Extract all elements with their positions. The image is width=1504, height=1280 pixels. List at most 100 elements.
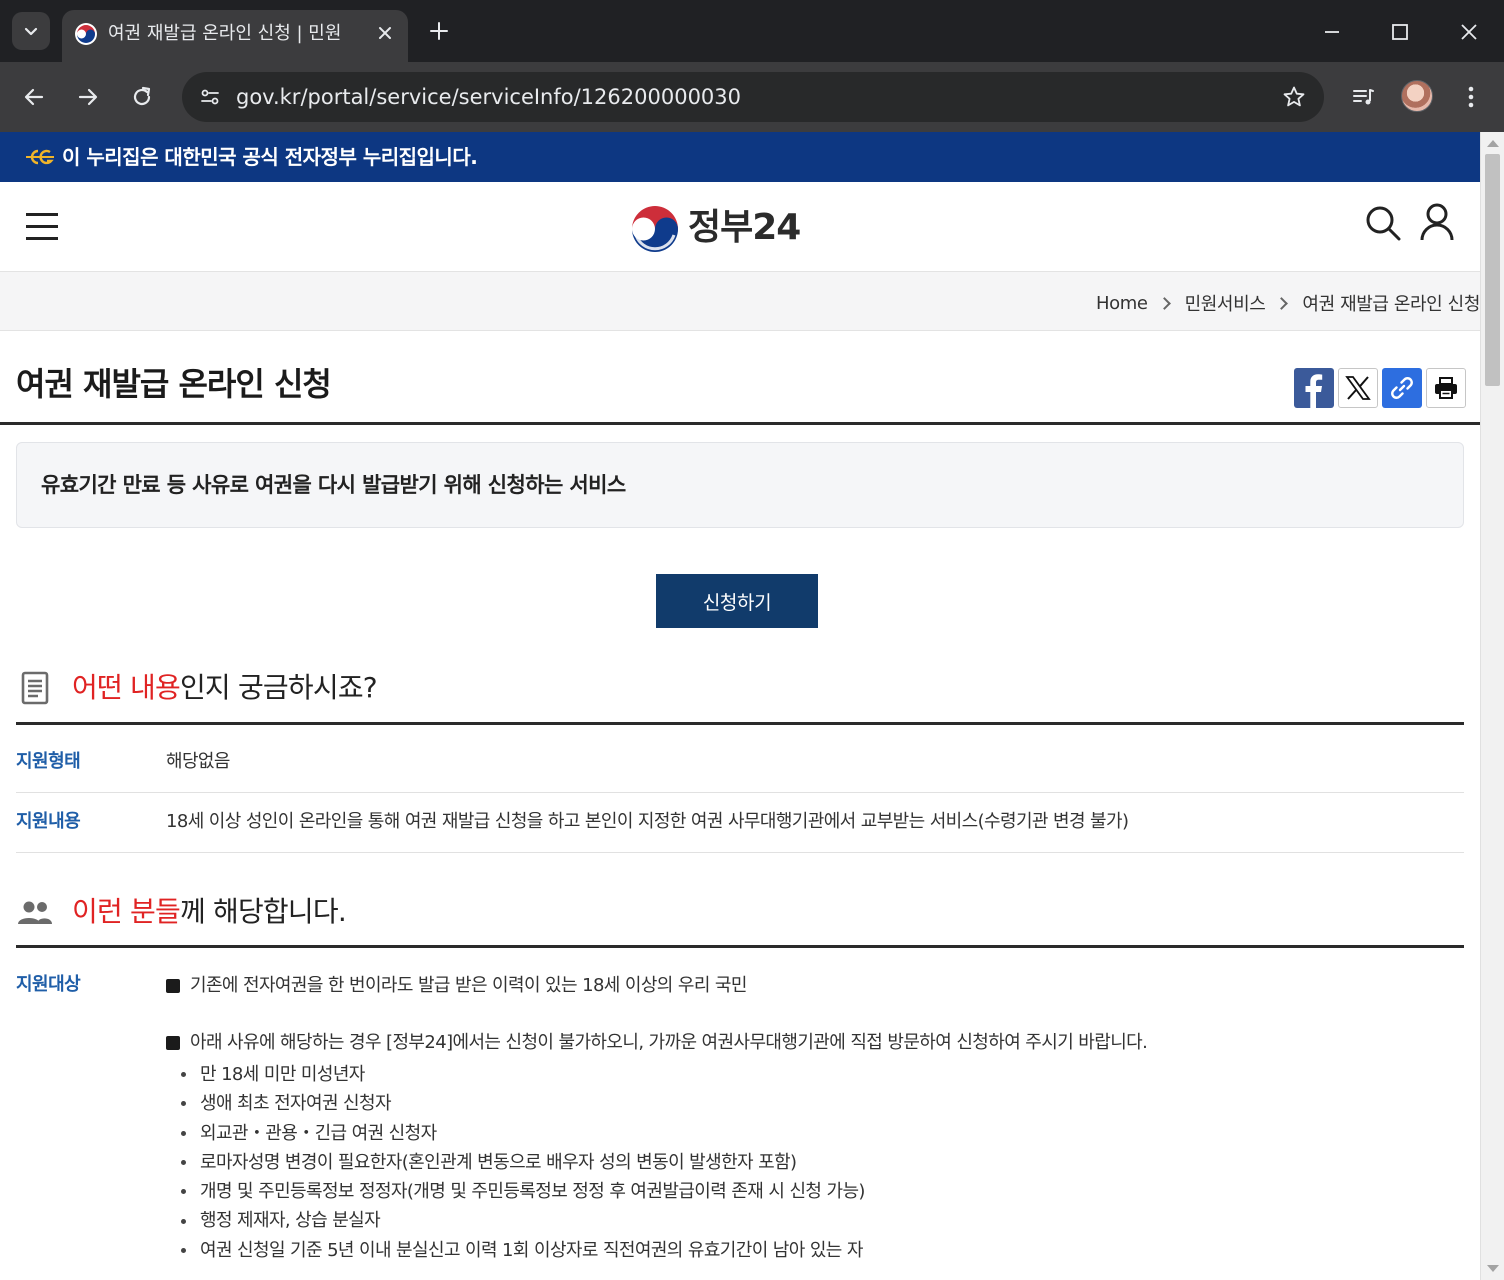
site-header: 정부24: [0, 182, 1480, 272]
x-share-button[interactable]: [1338, 368, 1378, 408]
playlist-icon: [1353, 89, 1374, 105]
profile-avatar[interactable]: [1401, 80, 1433, 112]
breadcrumb-home[interactable]: Home: [1096, 293, 1148, 314]
copy-link-button[interactable]: [1382, 368, 1422, 408]
list-item: 여권 신청일 기준 5년 이내 분실신고 이력 1회 이상자로 직전여권의 유효…: [176, 1236, 865, 1265]
service-summary-box: 유효기간 만료 등 사유로 여권을 다시 발급받기 위해 신청하는 서비스: [16, 442, 1464, 528]
square-bullet: [166, 1036, 180, 1050]
hamburger-bar: [26, 213, 58, 216]
info-row-support-content: 지원내용 18세 이상 성인이 온라인을 통해 여권 재발급 신청을 하고 본인…: [16, 793, 1464, 853]
info-label: 지원대상: [16, 974, 81, 995]
list-item-text: 개명 및 주민등록정보 정정자(개명 및 주민등록정보 정정 후 여권발급이력 …: [200, 1181, 865, 1203]
page-scrollbar[interactable]: [1480, 132, 1504, 1280]
chevron-right-icon: [1275, 296, 1289, 310]
maximize-icon: [1392, 24, 1408, 40]
list-item-text: 여권 신청일 기준 5년 이내 분실신고 이력 1회 이상자로 직전여권의 유효…: [200, 1239, 863, 1261]
scroll-down-arrow-icon[interactable]: [1487, 1265, 1499, 1272]
link-icon: [1391, 377, 1413, 399]
maximize-button[interactable]: [1380, 12, 1420, 52]
dot-bullet: [181, 1189, 186, 1195]
tab-strip: 여권 재발급 온라인 신청 | 민원: [0, 0, 1504, 62]
x-logo-icon: [1345, 376, 1371, 400]
print-button[interactable]: [1426, 368, 1466, 408]
section-content-title-rest: 인지 궁금하시죠?: [179, 671, 378, 704]
list-item: 로마자성명 변경이 필요한자(혼인관계 변동으로 배우자 성의 변동이 발생한자…: [176, 1148, 865, 1177]
browser-chrome: 여권 재발급 온라인 신청 | 민원 gov.kr/portal/service…: [0, 0, 1504, 132]
arrow-right-icon: [78, 88, 98, 106]
info-value: 18세 이상 성인이 온라인을 통해 여권 재발급 신청을 하고 본인이 지정한…: [166, 811, 1129, 832]
section-content-heading: 어떤 내용인지 궁금하시죠?: [16, 666, 378, 710]
media-control-button[interactable]: [1342, 76, 1384, 118]
facebook-share-button[interactable]: [1294, 368, 1334, 408]
list-item: 생애 최초 전자여권 신청자: [176, 1089, 865, 1118]
active-tab[interactable]: 여권 재발급 온라인 신청 | 민원: [62, 10, 408, 62]
info-value: 해당없음: [166, 751, 230, 772]
plus-icon: [430, 22, 448, 40]
tab-close-button[interactable]: [372, 20, 398, 46]
list-item-text: 만 18세 미만 미성년자: [200, 1064, 365, 1085]
minimize-icon: [1325, 31, 1339, 33]
list-item-text: 생애 최초 전자여권 신청자: [200, 1093, 392, 1115]
egov-mark-icon: [26, 149, 54, 165]
reload-icon: [133, 86, 151, 106]
user-icon: [1420, 203, 1454, 241]
logo-text: 정부24: [688, 207, 801, 248]
info-row-support-type: 지원형태 해당없음: [16, 725, 1464, 793]
menu-button[interactable]: [26, 210, 60, 242]
facebook-icon: [1305, 374, 1323, 408]
section-divider: [16, 945, 1464, 948]
reload-button[interactable]: [121, 76, 163, 118]
browser-menu-button[interactable]: [1450, 76, 1492, 118]
url-text[interactable]: gov.kr/portal/service/serviceInfo/126200…: [236, 83, 741, 111]
square-bullet: [166, 979, 180, 993]
forward-button[interactable]: [67, 76, 109, 118]
bookmark-button[interactable]: [1276, 79, 1312, 115]
new-tab-button[interactable]: [422, 14, 456, 48]
info-label: 지원형태: [16, 751, 81, 772]
apply-button[interactable]: 신청하기: [656, 574, 818, 628]
scroll-thumb[interactable]: [1485, 154, 1500, 386]
list-item-text: 외교관・관용・긴급 여권 신청자: [200, 1122, 437, 1144]
minimize-button[interactable]: [1312, 12, 1352, 52]
target-item: 기존에 전자여권을 한 번이라도 발급 받은 이력이 있는 18세 이상의 우리…: [166, 973, 747, 999]
taegeuk-logo-icon: [632, 206, 678, 252]
list-item: 만 18세 미만 미성년자: [176, 1060, 865, 1089]
chevron-down-icon: [24, 27, 38, 36]
list-item: 행정 제재자, 상습 분실자: [176, 1206, 865, 1235]
window-close-button[interactable]: [1449, 12, 1489, 52]
banner-text: 이 누리집은 대한민국 공식 전자정부 누리집입니다.: [62, 145, 478, 169]
dot-bullet: [181, 1130, 186, 1136]
gov24-logo[interactable]: 정부24: [630, 202, 830, 254]
site-info-button[interactable]: [192, 79, 228, 115]
login-button[interactable]: [1418, 202, 1456, 242]
tab-search-button[interactable]: [12, 12, 50, 50]
browser-toolbar: gov.kr/portal/service/serviceInfo/126200…: [0, 62, 1504, 132]
page-title: 여권 재발급 온라인 신청: [16, 365, 332, 403]
breadcrumb-current[interactable]: 여권 재발급 온라인 신청: [1302, 290, 1480, 316]
chevron-right-icon: [1157, 296, 1171, 310]
scroll-up-arrow-icon[interactable]: [1487, 140, 1499, 147]
dot-bullet: [181, 1160, 186, 1166]
list-item-text: 로마자성명 변경이 필요한자(혼인관계 변동으로 배우자 성의 변동이 발생한자…: [200, 1151, 797, 1173]
document-icon: [16, 669, 54, 707]
section-target-title-accent: 이런 분들: [72, 895, 181, 928]
dot-bullet: [181, 1247, 186, 1253]
target-item-text: 아래 사유에 해당하는 경우 [정부24]에서는 신청이 불가하오니, 가까운 …: [190, 1032, 1148, 1053]
dot-bullet: [181, 1218, 186, 1224]
address-bar[interactable]: gov.kr/portal/service/serviceInfo/126200…: [182, 72, 1324, 122]
official-site-banner: 이 누리집은 대한민국 공식 전자정부 누리집입니다.: [0, 132, 1480, 182]
hamburger-bar: [26, 225, 58, 228]
gov-favicon-icon: [75, 23, 97, 45]
print-icon: [1435, 377, 1457, 399]
search-icon: [1366, 206, 1401, 241]
arrow-left-icon: [24, 88, 44, 106]
section-content-title-accent: 어떤 내용: [72, 671, 181, 704]
hamburger-bar: [26, 237, 58, 240]
page-viewport: 이 누리집은 대한민국 공식 전자정부 누리집입니다. 정부24 Home 민원…: [0, 132, 1480, 1280]
search-button[interactable]: [1364, 204, 1402, 242]
star-icon: [1283, 86, 1305, 107]
dot-bullet: [181, 1072, 186, 1078]
list-item-text: 행정 제재자, 상습 분실자: [200, 1210, 381, 1232]
breadcrumb-civil-service[interactable]: 민원서비스: [1185, 290, 1266, 316]
back-button[interactable]: [13, 76, 55, 118]
